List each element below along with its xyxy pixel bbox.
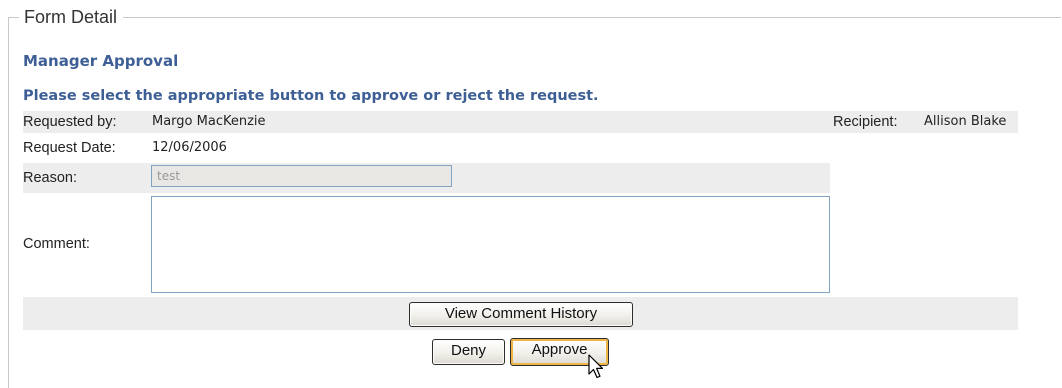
view-comment-history-button[interactable]: View Comment History: [409, 302, 633, 327]
deny-button[interactable]: Deny: [432, 339, 505, 365]
request-date-row: Request Date: 12/06/2006: [23, 137, 1018, 159]
reason-row: Reason: test: [23, 163, 830, 193]
instructions-text: Please select the appropriate button to …: [23, 88, 599, 104]
recipient-value: Allison Blake: [924, 114, 1007, 129]
reason-label: Reason:: [23, 170, 78, 186]
request-date-value: 12/06/2006: [152, 140, 227, 155]
request-date-label: Request Date:: [23, 140, 116, 156]
comment-textarea[interactable]: [151, 196, 830, 293]
form-detail-legend: Form Detail: [19, 6, 124, 28]
comment-row: Comment:: [23, 195, 830, 293]
requested-by-row: Requested by: Margo MacKenzie Recipient:…: [23, 111, 1018, 133]
requested-by-label: Requested by:: [23, 114, 117, 130]
form-title: Manager Approval: [23, 52, 179, 70]
arrow-pointer-icon: [588, 354, 604, 379]
recipient-label: Recipient:: [833, 114, 898, 130]
reason-field[interactable]: test: [151, 165, 452, 187]
comment-label: Comment:: [23, 236, 90, 252]
requested-by-value: Margo MacKenzie: [152, 114, 266, 129]
